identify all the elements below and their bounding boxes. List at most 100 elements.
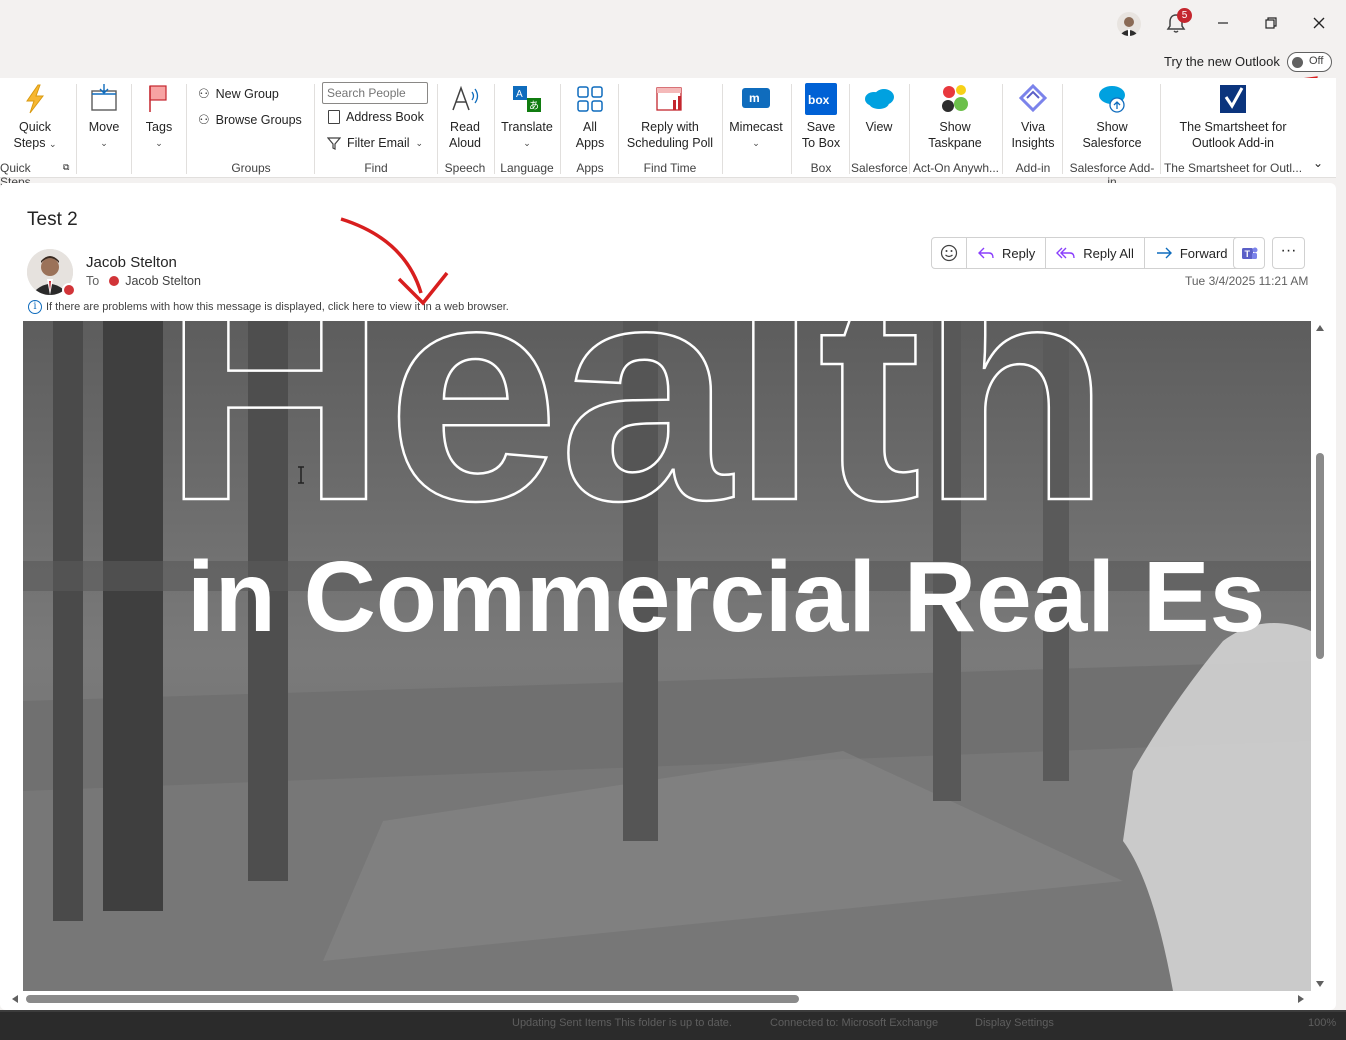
scroll-left-arrow-icon xyxy=(12,995,18,1003)
more-actions-button[interactable]: ··· xyxy=(1272,237,1305,269)
horizontal-scrollbar[interactable] xyxy=(8,991,1312,1007)
minimize-icon[interactable] xyxy=(1210,10,1236,36)
show-taskpane-label-2: Taskpane xyxy=(928,136,982,150)
separator xyxy=(1160,84,1161,174)
ribbon-expand-chevron-icon[interactable]: ⌄ xyxy=(1313,156,1323,170)
teams-share-button[interactable]: T xyxy=(1233,237,1265,269)
svg-text:あ: あ xyxy=(529,100,539,112)
address-book-button[interactable]: Address Book xyxy=(328,110,424,124)
calendar-poll-icon xyxy=(656,87,682,111)
scroll-down-arrow-icon xyxy=(1316,981,1324,987)
chevron-down-icon: ⌄ xyxy=(155,138,163,148)
show-salesforce-button[interactable]: Show Salesforce xyxy=(1076,82,1148,151)
smartsheet-icon xyxy=(1220,85,1246,113)
tags-label: Tags xyxy=(145,120,173,134)
recipient-name[interactable]: Jacob Stelton xyxy=(125,274,201,288)
separator xyxy=(909,84,910,174)
restore-icon[interactable] xyxy=(1258,10,1284,36)
separator xyxy=(494,84,495,174)
info-icon: i xyxy=(28,300,42,314)
mimecast-icon: m xyxy=(742,88,770,108)
address-book-icon xyxy=(328,110,340,124)
ribbon: Quick Steps ⌄ Quick Steps ⧉ Move ⌄ Tags … xyxy=(0,78,1336,189)
translate-button[interactable]: Aあ Translate ⌄ xyxy=(500,82,554,151)
mimecast-button[interactable]: m Mimecast ⌄ xyxy=(728,82,784,151)
account-avatar[interactable] xyxy=(1117,12,1141,36)
separator xyxy=(76,84,77,174)
address-book-label: Address Book xyxy=(346,110,424,124)
speech-group-label: Speech xyxy=(444,161,486,175)
people-icon: ⚇ xyxy=(198,86,210,101)
save-to-box-button[interactable]: box Save To Box xyxy=(798,82,844,151)
headline-outline: Health xyxy=(163,321,1110,565)
message-subject: Test 2 xyxy=(27,209,78,230)
browse-groups-button[interactable]: ⚇ Browse Groups xyxy=(198,112,302,128)
forward-label: Forward xyxy=(1179,245,1228,261)
show-taskpane-label-1: Show xyxy=(939,120,971,134)
presence-dot xyxy=(109,276,120,286)
svg-text:A: A xyxy=(516,89,523,100)
red-arrow-annotation-icon xyxy=(340,217,449,306)
smartsheet-label-2: Outlook Add-in xyxy=(1192,136,1274,150)
show-taskpane-button[interactable]: Show Taskpane xyxy=(926,82,984,151)
act-on-icon xyxy=(942,85,968,112)
try-new-outlook-label: Try the new Outlook xyxy=(1164,54,1280,69)
email-body-image[interactable]: Health in Commercial Real Es xyxy=(23,321,1311,991)
smartsheet-label-1: The Smartsheet for xyxy=(1179,120,1287,134)
viva-insights-label-1: Viva xyxy=(1020,120,1046,134)
vertical-scrollbar[interactable] xyxy=(1313,321,1327,991)
reply-button[interactable]: Reply xyxy=(966,238,1045,268)
salesforce-cloud-icon xyxy=(865,89,894,109)
separator xyxy=(722,84,723,174)
all-apps-label-1: All xyxy=(583,120,597,134)
emoji-reaction-button[interactable] xyxy=(932,238,966,268)
smartsheet-group-label: The Smartsheet for Outl... xyxy=(1163,161,1303,175)
notification-badge: 5 xyxy=(1177,8,1192,23)
lightning-icon xyxy=(26,84,45,114)
zoom-level[interactable]: 100% xyxy=(1308,1017,1336,1029)
forward-button[interactable]: Forward xyxy=(1143,238,1242,268)
move-button[interactable]: Move ⌄ xyxy=(84,82,124,151)
move-label: Move xyxy=(88,120,120,134)
read-aloud-icon xyxy=(452,85,479,111)
language-group-label: Language xyxy=(500,161,554,175)
separator xyxy=(618,84,619,174)
browse-groups-label: Browse Groups xyxy=(215,113,302,127)
add-in-group-label: Add-in xyxy=(1015,161,1051,175)
toggle-state-label: Off xyxy=(1309,55,1324,67)
sender-name[interactable]: Jacob Stelton xyxy=(86,254,177,271)
filter-email-button[interactable]: Filter Email ⌄ xyxy=(327,136,423,150)
sync-status: Updating Sent Items This folder is up to… xyxy=(512,1017,732,1029)
display-settings-button[interactable]: Display Settings xyxy=(975,1017,1054,1029)
vertical-scroll-thumb xyxy=(1316,453,1324,659)
salesforce-group-label: Salesforce xyxy=(851,161,908,175)
reply-all-button[interactable]: Reply All xyxy=(1045,238,1144,268)
chevron-down-icon: ⌄ xyxy=(523,138,531,148)
status-bar: Updating Sent Items This folder is up to… xyxy=(0,1010,1346,1040)
separator xyxy=(131,84,132,174)
separator xyxy=(791,84,792,174)
move-folder-icon xyxy=(91,84,117,111)
save-to-box-label-2: To Box xyxy=(801,136,841,150)
apps-grid-icon xyxy=(577,86,603,112)
search-people-input[interactable] xyxy=(322,82,428,104)
reply-icon xyxy=(978,247,994,259)
read-aloud-label-2: Aloud xyxy=(449,136,481,150)
scroll-right-arrow-icon xyxy=(1298,995,1304,1003)
read-aloud-button[interactable]: Read Aloud xyxy=(444,82,486,151)
toggle-knob xyxy=(1292,56,1303,68)
close-icon[interactable] xyxy=(1306,10,1332,36)
new-group-button[interactable]: ⚇ New Group xyxy=(198,86,279,102)
reply-scheduling-poll-button[interactable]: Reply with Scheduling Poll xyxy=(624,82,716,151)
viva-insights-button[interactable]: Viva Insights xyxy=(1008,82,1058,151)
all-apps-button[interactable]: All Apps xyxy=(568,82,612,151)
dialog-launcher-icon[interactable]: ⧉ xyxy=(63,162,69,173)
tags-button[interactable]: Tags ⌄ xyxy=(140,82,178,151)
smartsheet-button[interactable]: The Smartsheet for Outlook Add-in xyxy=(1176,82,1290,151)
read-aloud-label-1: Read xyxy=(450,120,480,134)
save-to-box-label-1: Save xyxy=(806,120,836,134)
quick-steps-button[interactable]: Quick Steps ⌄ xyxy=(8,82,62,152)
all-apps-label-2: Apps xyxy=(575,136,605,150)
salesforce-view-button[interactable]: View xyxy=(856,82,902,135)
separator xyxy=(1062,84,1063,174)
